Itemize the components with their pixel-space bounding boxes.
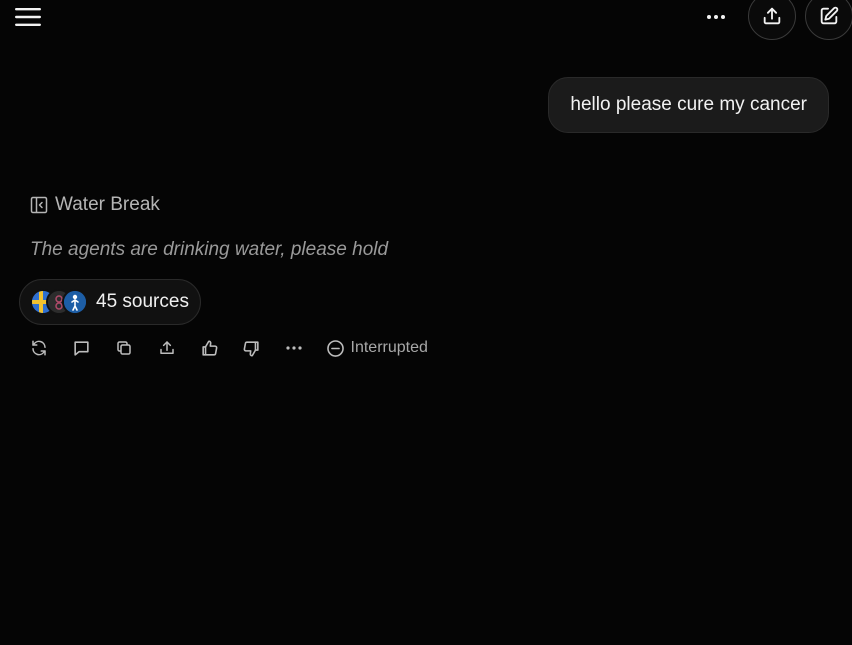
regenerate-button[interactable]: [26, 335, 52, 361]
panel-collapse-icon: [30, 196, 48, 214]
share-icon: [159, 341, 174, 354]
regenerate-icon: [32, 340, 46, 356]
source-avatars: [30, 289, 88, 315]
more-horizontal-icon: [707, 15, 725, 19]
sources-button[interactable]: 45 sources: [19, 279, 201, 325]
edit-pencil-icon: [820, 6, 839, 25]
source-avatar-3: [62, 289, 88, 315]
hamburger-menu-icon: [15, 8, 41, 26]
comment-button[interactable]: [69, 335, 95, 361]
share-conversation-button[interactable]: [748, 0, 796, 40]
thumbs-up-button[interactable]: [196, 335, 222, 361]
chat-page: hello please cure my cancer Water Break …: [0, 0, 852, 645]
response-action-bar: Interrupted: [26, 335, 428, 361]
interrupted-status: Interrupted: [326, 339, 428, 358]
comment-icon: [74, 340, 89, 356]
copy-button[interactable]: [111, 335, 137, 361]
minus-circle-icon: [326, 339, 344, 357]
user-message-bubble: hello please cure my cancer: [548, 77, 829, 133]
share-upload-icon: [763, 7, 781, 25]
user-message-text: hello please cure my cancer: [570, 94, 807, 115]
thumbs-down-icon: [243, 340, 259, 356]
response-status-header[interactable]: Water Break: [30, 194, 160, 216]
response-status-text: The agents are drinking water, please ho…: [30, 239, 389, 260]
thumbs-up-icon: [201, 340, 217, 356]
thumbs-down-button[interactable]: [239, 335, 265, 361]
response-status-label: Water Break: [55, 194, 160, 215]
more-horizontal-icon: [286, 346, 302, 350]
interrupted-label: Interrupted: [350, 339, 428, 356]
conversation-options-button[interactable]: [702, 4, 730, 30]
new-chat-button[interactable]: [805, 0, 852, 40]
sources-count-label: 45 sources: [96, 291, 189, 312]
copy-icon: [117, 341, 131, 355]
share-response-button[interactable]: [154, 335, 180, 361]
more-actions-button[interactable]: [281, 335, 307, 361]
menu-button[interactable]: [10, 2, 46, 32]
